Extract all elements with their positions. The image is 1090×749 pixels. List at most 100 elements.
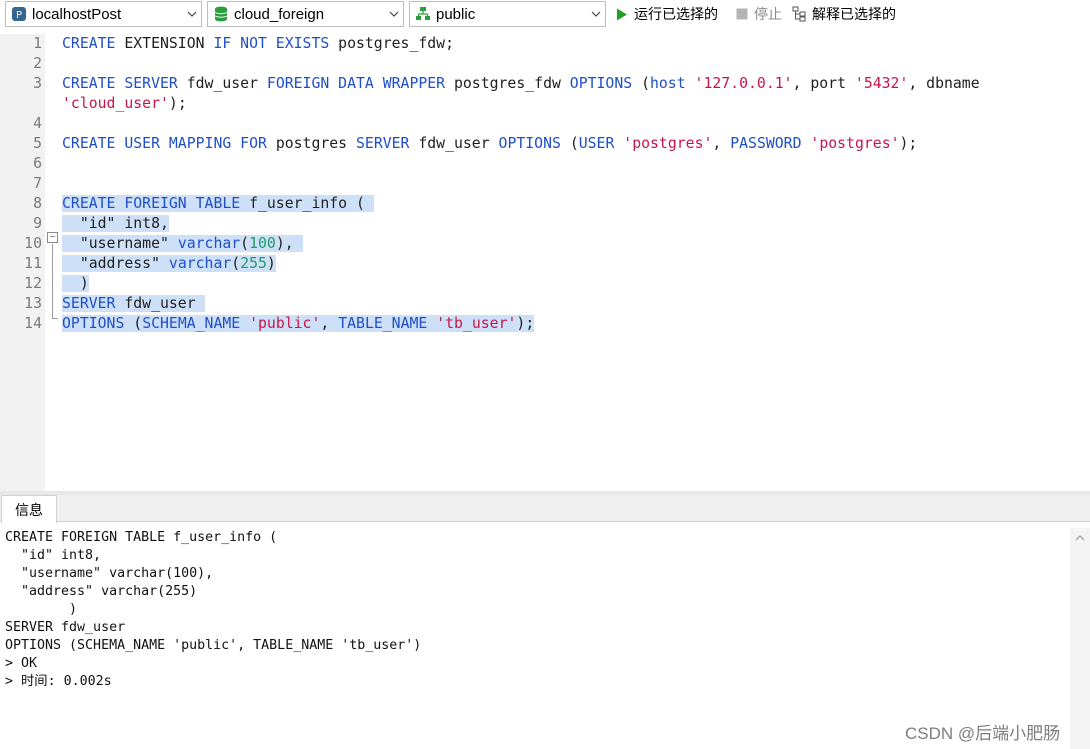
fold-collapse-icon[interactable]: − xyxy=(47,232,58,243)
result-tabs: 信息 xyxy=(0,495,1090,523)
stop-button[interactable]: 停止 xyxy=(734,4,782,24)
sql-keyword: OPTIONS xyxy=(569,75,633,92)
run-selected-label: 运行已选择的 xyxy=(634,6,718,22)
code-line: CREATE SERVER fdw_user FOREIGN DATA WRAP… xyxy=(62,74,980,94)
sql-keyword: OPTIONS xyxy=(62,315,125,332)
chevron-down-icon[interactable] xyxy=(587,2,605,26)
sql-text: ); xyxy=(168,95,187,112)
sql-keyword: PASSWORD xyxy=(730,135,802,152)
line-number: 9 xyxy=(33,215,42,232)
sql-string: 'tb_user' xyxy=(436,315,517,332)
sql-keyword: host xyxy=(649,75,686,92)
database-icon xyxy=(212,5,230,23)
sql-text: ) xyxy=(266,255,276,272)
stop-label: 停止 xyxy=(754,6,782,22)
sql-keyword: OPTIONS xyxy=(498,135,561,152)
sql-keyword: CREATE FOREIGN TABLE xyxy=(62,195,241,212)
fold-guide xyxy=(52,244,53,319)
sql-text: postgres xyxy=(266,135,356,152)
code-line: CREATE FOREIGN TABLE f_user_info ( xyxy=(62,194,374,214)
sql-text: fdw_user xyxy=(115,295,205,312)
sql-text: "username" xyxy=(62,235,178,252)
output-line: "id" int8, xyxy=(5,548,102,563)
chevron-down-icon[interactable] xyxy=(183,2,201,26)
sql-keyword: TABLE_NAME xyxy=(338,315,428,332)
sql-text: , port xyxy=(792,75,855,92)
sql-text: "id" int8, xyxy=(62,215,169,232)
sql-string: 'postgres' xyxy=(810,135,900,152)
connection-label: localhostPost xyxy=(32,5,122,23)
line-number: 5 xyxy=(33,135,42,152)
code-line: OPTIONS (SCHEMA_NAME 'public', TABLE_NAM… xyxy=(62,314,535,334)
sql-text: ); xyxy=(899,135,918,152)
code-line: ) xyxy=(62,274,89,294)
sql-number: 100 xyxy=(249,235,276,252)
sql-keyword: SERVER xyxy=(62,295,116,312)
run-selected-button[interactable]: 运行已选择的 xyxy=(614,4,718,24)
line-number: 3 xyxy=(33,75,42,92)
sql-text: f_user_info ( xyxy=(240,195,374,212)
connection-select[interactable]: P localhostPost xyxy=(5,1,202,27)
line-number: 4 xyxy=(33,115,42,132)
code-line: CREATE USER MAPPING FOR postgres SERVER … xyxy=(62,134,917,154)
sql-editor[interactable]: − 1 CREATE EXTENSION IF NOT EXISTS postgr… xyxy=(0,34,1090,491)
sql-text: , xyxy=(712,135,731,152)
line-number: 14 xyxy=(24,315,42,332)
database-select[interactable]: cloud_foreign xyxy=(207,1,404,27)
fold-guide-end xyxy=(52,318,58,319)
line-number: 8 xyxy=(33,195,42,212)
toolbar: P localhostPost cloud_foreign public 运行已… xyxy=(0,0,1090,28)
sql-text: fdw_user xyxy=(177,75,267,92)
line-number: 6 xyxy=(33,155,42,172)
sql-string: 'postgres' xyxy=(623,135,713,152)
sql-text: , xyxy=(320,315,339,332)
sql-string: '127.0.0.1' xyxy=(694,75,793,92)
sql-number: 255 xyxy=(240,255,267,272)
sql-text: EXTENSION xyxy=(115,35,214,52)
code-line: "username" varchar(100), xyxy=(62,234,303,254)
svg-text:P: P xyxy=(16,10,22,21)
sql-text: postgres_fdw xyxy=(445,75,570,92)
sql-text: ( xyxy=(240,235,250,252)
sql-text: postgres_fdw; xyxy=(329,35,454,52)
line-number: 10 xyxy=(24,235,42,252)
sql-text: ( xyxy=(632,75,650,92)
watermark: CSDN @后端小肥肠 xyxy=(905,724,1061,743)
output-line: "username" varchar(100), xyxy=(5,566,214,581)
sql-string: '5432' xyxy=(854,75,909,92)
sql-keyword: FOREIGN DATA WRAPPER xyxy=(266,75,446,92)
database-label: cloud_foreign xyxy=(234,5,325,23)
line-number: 11 xyxy=(24,255,42,272)
scroll-up-icon[interactable] xyxy=(1074,532,1086,544)
schema-select[interactable]: public xyxy=(409,1,606,27)
explain-selected-button[interactable]: 解释已选择的 xyxy=(792,4,896,24)
code-line: "address" varchar(255) xyxy=(62,254,276,274)
chevron-down-icon[interactable] xyxy=(385,2,403,26)
sql-text: ), xyxy=(275,235,303,252)
line-number: 12 xyxy=(24,275,42,292)
vertical-scrollbar[interactable] xyxy=(1070,528,1090,749)
line-number: 1 xyxy=(33,35,42,52)
explain-selected-label: 解释已选择的 xyxy=(812,6,896,22)
schema-label: public xyxy=(436,5,476,23)
sql-string: 'public' xyxy=(249,315,321,332)
sql-keyword: varchar xyxy=(177,235,241,252)
tab-info[interactable]: 信息 xyxy=(1,495,57,523)
schema-icon xyxy=(414,5,432,23)
sql-text: fdw_user xyxy=(409,135,499,152)
sql-string: 'cloud_user' xyxy=(62,95,169,112)
line-number: 7 xyxy=(33,175,42,192)
sql-text: ); xyxy=(516,315,535,332)
postgresql-elephant-icon: P xyxy=(10,5,28,23)
output-line: ) xyxy=(5,602,78,617)
sql-text: "address" xyxy=(62,255,169,272)
stop-icon xyxy=(734,6,750,22)
code-line: SERVER fdw_user xyxy=(62,294,205,314)
code-line: "id" int8, xyxy=(62,214,169,234)
line-number: 2 xyxy=(33,55,42,72)
output-line: > OK xyxy=(5,656,38,671)
